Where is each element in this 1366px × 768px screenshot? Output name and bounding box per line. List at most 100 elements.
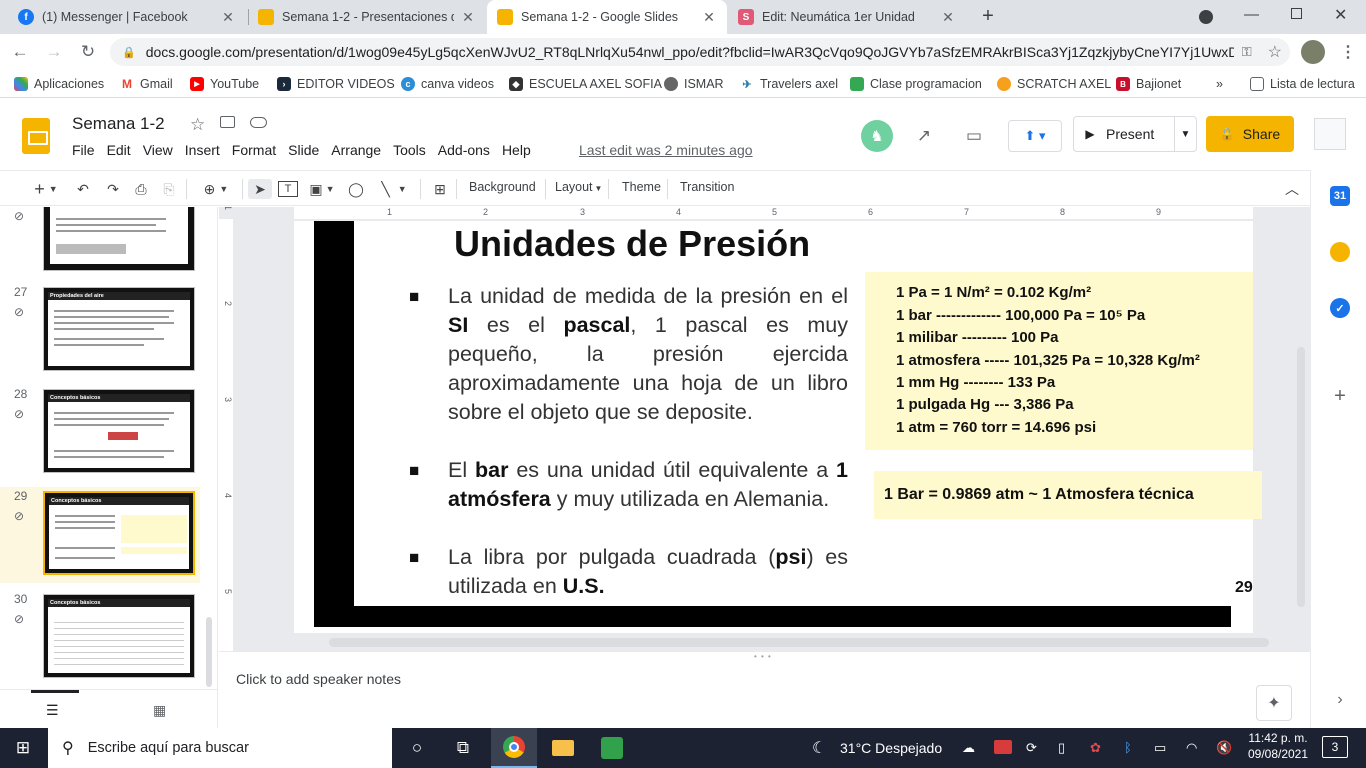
explore-button[interactable]: ✦ xyxy=(1256,685,1292,721)
paragraph-psi[interactable]: La libra por pulgada cuadrada (psi) es u… xyxy=(448,543,848,601)
key-icon[interactable]: ⚿ xyxy=(1242,44,1252,60)
omnibox[interactable]: 🔒 docs.google.com/presentation/d/1wog09e… xyxy=(110,38,1290,66)
undo-icon[interactable]: ↶ xyxy=(72,179,94,199)
reading-list[interactable]: Lista de lectura xyxy=(1250,75,1355,93)
text-box-icon[interactable]: T xyxy=(278,181,298,197)
bookmark-travelers[interactable]: ✈ Travelers axel xyxy=(740,75,838,93)
app-tray-icon[interactable]: ✿ xyxy=(1090,740,1101,756)
share-button[interactable]: 🔒 Share xyxy=(1206,116,1294,152)
keep-icon[interactable] xyxy=(1330,242,1350,262)
chrome-taskbar-icon[interactable] xyxy=(491,728,537,768)
activity-trend-icon[interactable]: ↗ xyxy=(908,120,940,152)
close-window-icon[interactable]: ✕ xyxy=(1334,5,1347,25)
slide-thumbnail[interactable]: Conceptos básicos xyxy=(43,594,195,678)
menu-insert[interactable]: Insert xyxy=(185,142,220,158)
close-icon[interactable]: ✕ xyxy=(220,9,236,26)
bookmark-clase[interactable]: Clase programacion xyxy=(850,75,982,93)
menu-help[interactable]: Help xyxy=(502,142,531,158)
paragraph-pascal[interactable]: La unidad de medida de la presión en el … xyxy=(448,282,848,456)
collaborator-avatar-icon[interactable]: ♞ xyxy=(861,120,893,152)
last-edit-link[interactable]: Last edit was 2 minutes ago xyxy=(579,142,753,158)
menu-slide[interactable]: Slide xyxy=(288,142,319,158)
bookmark-apps[interactable]: Aplicaciones xyxy=(14,75,104,93)
background-button[interactable]: Background xyxy=(469,180,536,194)
menu-file[interactable]: File xyxy=(72,142,95,158)
tab-search-icon[interactable] xyxy=(1199,10,1213,24)
restore-icon[interactable] xyxy=(1291,8,1302,19)
bookmark-scratch[interactable]: SCRATCH AXEL xyxy=(997,75,1111,93)
layout-button[interactable]: Layout ▼ xyxy=(555,180,602,194)
green-app-icon[interactable] xyxy=(589,728,635,768)
browser-tab-messenger[interactable]: f (1) Messenger | Facebook ✕ xyxy=(8,0,246,34)
notes-resize-handle[interactable]: • • • xyxy=(754,652,772,661)
bookmark-youtube[interactable]: ▶ YouTube xyxy=(190,75,259,93)
slide-thumbnail[interactable]: Conceptos básicos xyxy=(43,491,195,575)
filmstrip-scrollbar[interactable] xyxy=(206,617,212,687)
image-icon[interactable]: ▣ ▼ xyxy=(306,179,338,199)
reload-icon[interactable]: ↻ xyxy=(76,40,100,64)
vertical-scrollbar[interactable] xyxy=(1297,347,1305,607)
paint-format-icon[interactable]: ⎘ xyxy=(158,179,180,199)
bluetooth-icon[interactable]: ᛒ xyxy=(1124,740,1132,755)
bookmark-escuela[interactable]: ◆ ESCUELA AXEL SOFIA xyxy=(509,75,662,93)
taskbar-search[interactable]: ⚲ Escribe aquí para buscar xyxy=(48,728,392,768)
bookmark-editor-videos[interactable]: › EDITOR VIDEOS xyxy=(277,75,395,93)
network-status-icon[interactable]: ☁ xyxy=(962,740,975,756)
minimize-icon[interactable]: — xyxy=(1244,6,1259,23)
tasks-icon[interactable]: ✓ xyxy=(1330,298,1350,318)
bookmarks-more[interactable]: » xyxy=(1216,75,1223,93)
slide-thumbnail[interactable]: Conceptos básicos xyxy=(43,389,195,473)
volume-muted-icon[interactable]: 🔇 xyxy=(1216,740,1232,756)
calendar-icon[interactable]: 31 xyxy=(1330,186,1350,206)
close-icon[interactable]: ✕ xyxy=(460,9,476,26)
back-icon[interactable]: ← xyxy=(8,40,32,64)
filmstrip-view-icon[interactable]: ☰ xyxy=(46,702,59,719)
bookmark-bajionet[interactable]: B Bajionet xyxy=(1116,75,1181,93)
transition-button[interactable]: Transition xyxy=(680,180,734,194)
comment-add-icon[interactable]: ⊞ xyxy=(430,179,450,199)
new-slide-button[interactable]: + ▼ xyxy=(28,179,64,199)
browser-tab-presentaciones[interactable]: Semana 1-2 - Presentaciones de ✕ xyxy=(248,0,486,34)
shape-icon[interactable]: ◯ xyxy=(346,179,366,199)
slide-title[interactable]: Unidades de Presión xyxy=(454,223,810,265)
chevron-down-icon[interactable]: ▼ xyxy=(1174,117,1196,151)
horizontal-scrollbar[interactable] xyxy=(329,638,1269,647)
slide-thumbnail[interactable]: Propiedades del aire xyxy=(43,287,195,371)
current-slide[interactable]: Unidades de Presión ■ La unidad de medid… xyxy=(294,221,1262,633)
meet-present-button[interactable]: ⬆ ▾ xyxy=(1008,120,1062,152)
menu-arrange[interactable]: Arrange xyxy=(331,142,381,158)
menu-view[interactable]: View xyxy=(143,142,173,158)
account-image[interactable] xyxy=(1314,118,1346,150)
get-addons-icon[interactable]: + xyxy=(1330,385,1350,407)
new-tab-button[interactable]: + xyxy=(978,6,998,26)
file-explorer-icon[interactable] xyxy=(540,728,586,768)
paragraph-bar[interactable]: El bar es una unidad útil equivalente a … xyxy=(448,456,848,514)
close-icon[interactable]: ✕ xyxy=(940,9,956,26)
menu-tools[interactable]: Tools xyxy=(393,142,426,158)
bookmark-gmail[interactable]: M Gmail xyxy=(120,75,173,93)
bar-equivalence-box[interactable]: 1 Bar = 0.9869 atm ~ 1 Atmosfera técnica xyxy=(874,471,1262,519)
profile-avatar-icon[interactable] xyxy=(1301,40,1325,64)
battery-icon[interactable]: ▭ xyxy=(1154,740,1166,756)
sync-icon[interactable]: ⟳ xyxy=(1026,740,1037,756)
bookmark-ismar[interactable]: ISMAR xyxy=(664,75,724,93)
speaker-notes-placeholder[interactable]: Click to add speaker notes xyxy=(236,671,401,687)
close-icon[interactable]: ✕ xyxy=(701,9,717,26)
grid-view-icon[interactable]: ▦ xyxy=(153,702,166,719)
browser-tab-google-slides[interactable]: Semana 1-2 - Google Slides ✕ xyxy=(487,0,727,34)
present-button[interactable]: ▶ Present ▼ xyxy=(1073,116,1197,152)
notification-app-icon[interactable] xyxy=(994,740,1012,754)
url-text[interactable]: docs.google.com/presentation/d/1wog09e45… xyxy=(146,44,1234,60)
task-view-icon[interactable]: ⧉ xyxy=(440,728,486,768)
select-tool-icon[interactable]: ➤ xyxy=(248,179,272,199)
clock[interactable]: 11:42 p. m. 09/08/2021 xyxy=(1246,731,1310,761)
action-center-icon[interactable]: 3 xyxy=(1322,736,1348,758)
menu-addons[interactable]: Add-ons xyxy=(438,142,490,158)
bookmark-canva[interactable]: c canva videos xyxy=(401,75,494,93)
cloud-status-icon[interactable] xyxy=(250,117,267,128)
document-title[interactable]: Semana 1-2 xyxy=(72,114,165,134)
slide-thumbnail[interactable] xyxy=(43,207,195,271)
device-icon[interactable]: ▯ xyxy=(1058,740,1065,756)
line-icon[interactable]: ╲ ▼ xyxy=(374,179,414,199)
weather-text[interactable]: 31°C Despejado xyxy=(840,740,942,756)
